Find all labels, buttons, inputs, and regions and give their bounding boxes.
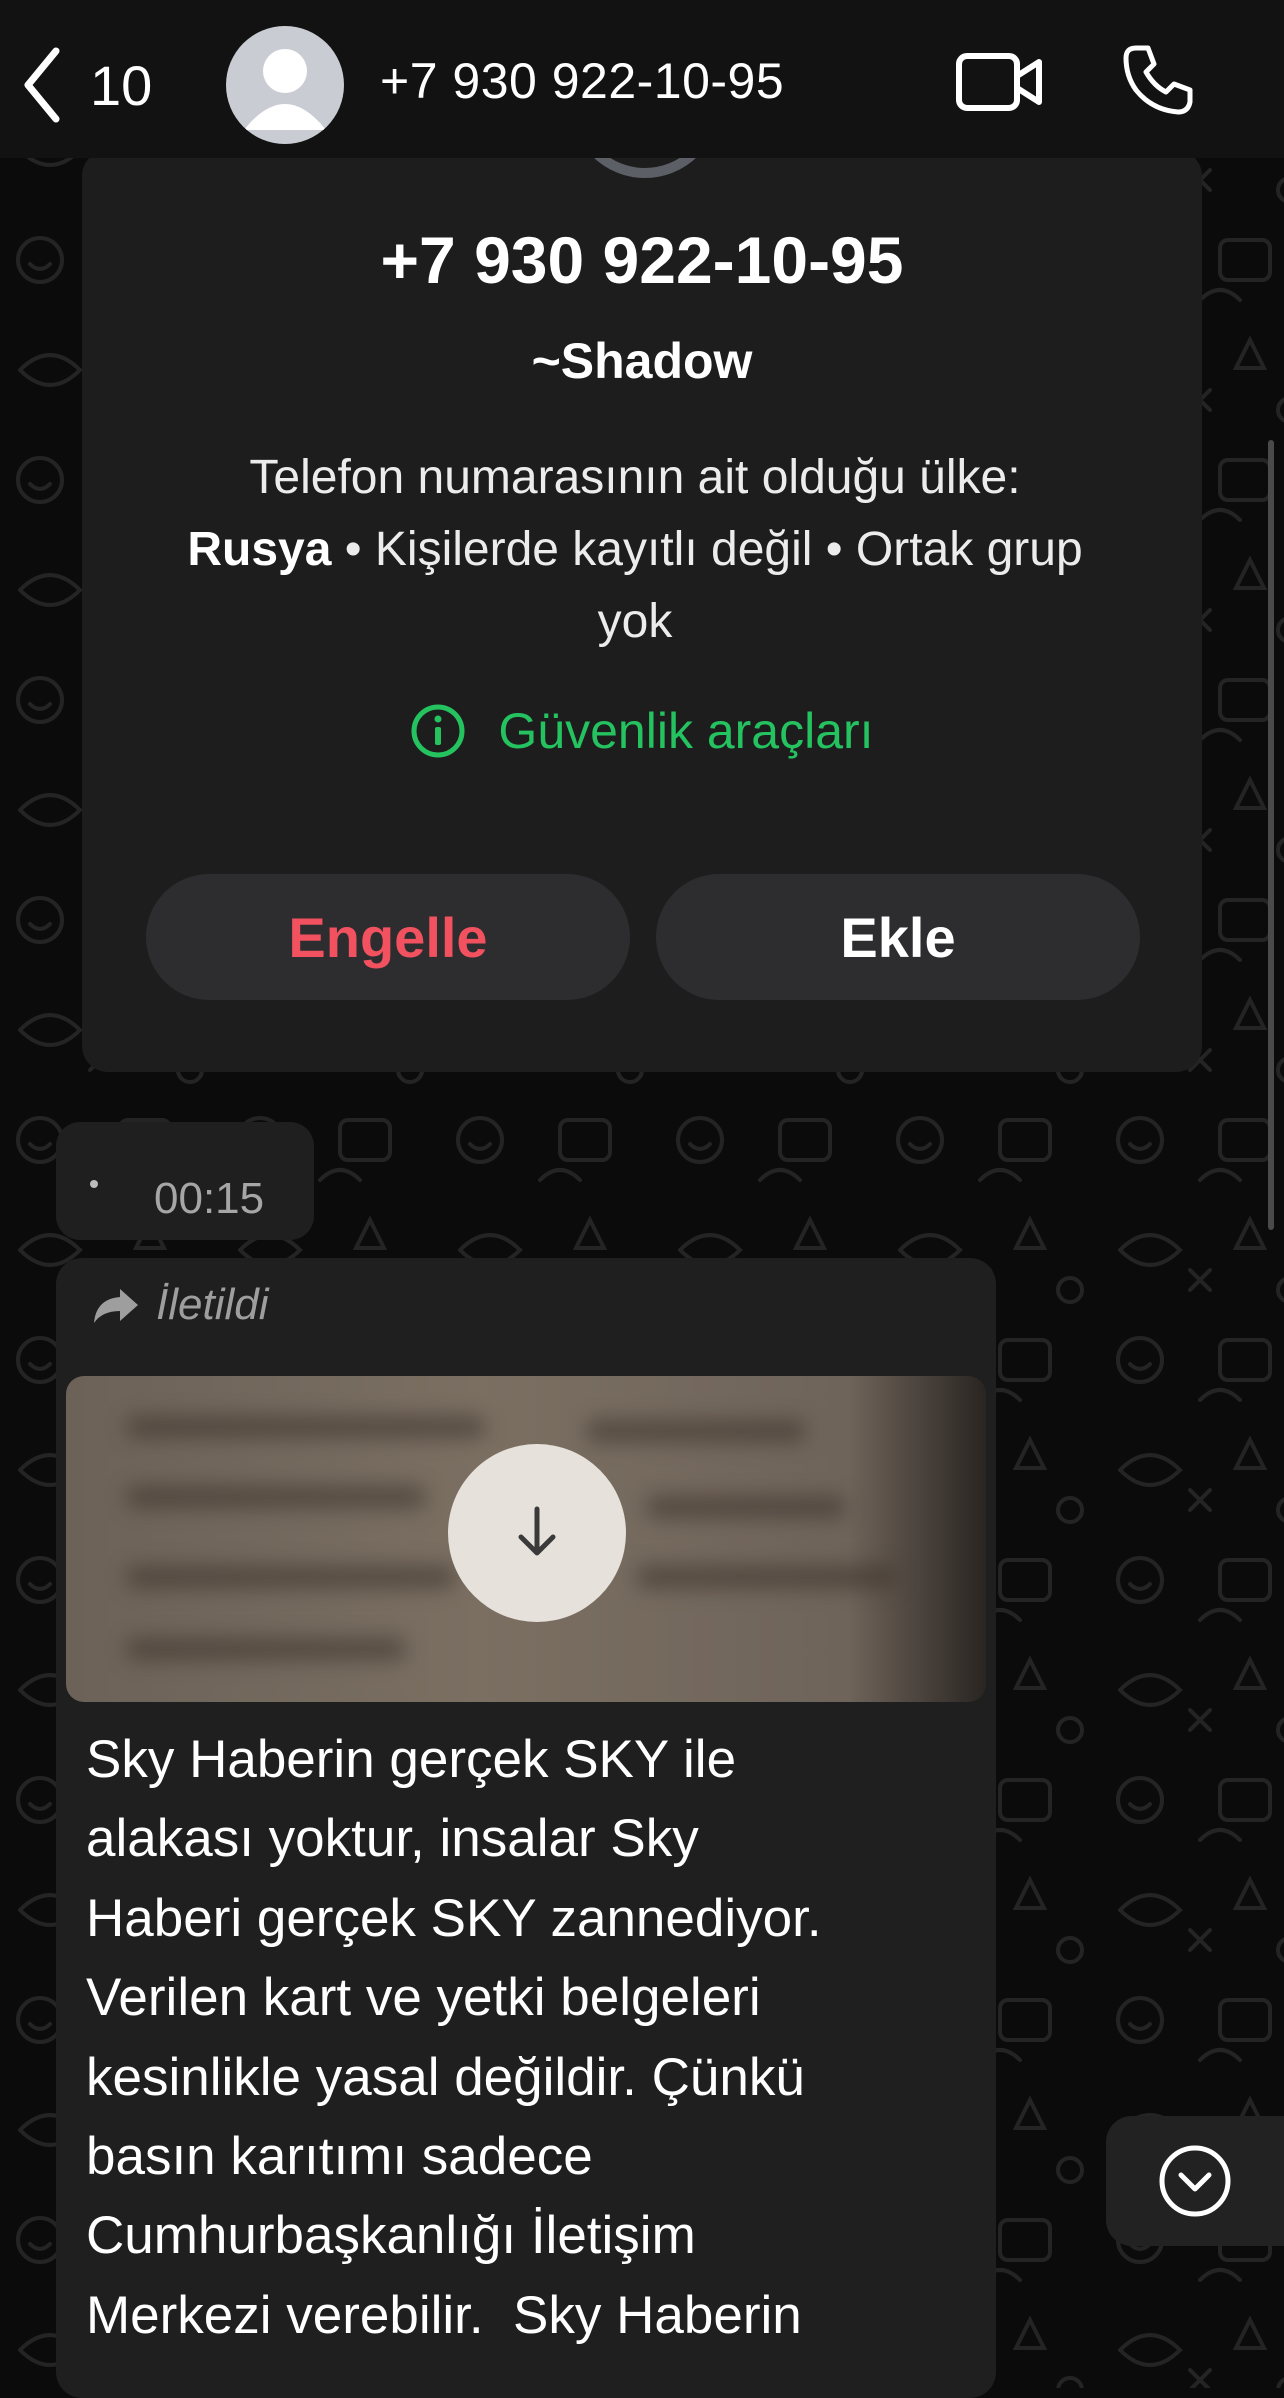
scrollbar[interactable]	[1268, 440, 1274, 1230]
forwarded-message-bubble[interactable]: İletildi Sky Haberin gerçek SKY ile alak…	[56, 1258, 996, 2398]
security-tools-link[interactable]: Güvenlik araçları	[0, 702, 1284, 760]
contact-status: • Kişilerde kayıtlı değil • Ortak grup y…	[331, 523, 1083, 648]
contact-details: Telefon numarasının ait olduğu ülke: Rus…	[150, 442, 1120, 658]
info-icon	[411, 704, 465, 758]
add-contact-button[interactable]: Ekle	[656, 874, 1140, 1000]
chat-header: 10 +7 930 922-10-95	[0, 0, 1284, 158]
voice-call-button[interactable]	[1122, 42, 1196, 121]
download-arrow-icon	[518, 1506, 556, 1556]
video-call-button[interactable]	[955, 50, 1045, 121]
forwarded-label: İletildi	[92, 1280, 269, 1330]
download-button[interactable]	[448, 1444, 626, 1622]
voice-indicator	[90, 1180, 98, 1188]
phone-icon	[1123, 45, 1193, 115]
avatar[interactable]	[226, 26, 344, 144]
back-button[interactable]: 10	[22, 40, 152, 130]
country-label: Telefon numarasının ait olduğu ülke:	[249, 451, 1021, 504]
contact-number: +7 930 922-10-95	[380, 223, 904, 297]
unread-count: 10	[90, 53, 153, 117]
contact-name: ~Shadow	[531, 333, 753, 389]
voice-duration: 00:15	[154, 1174, 265, 1223]
block-button[interactable]: Engelle	[146, 874, 630, 1000]
chevron-down-circle-icon	[1159, 2145, 1231, 2217]
country-name: Rusya	[187, 523, 332, 576]
forward-arrow-icon	[94, 1289, 138, 1323]
voice-message-bubble[interactable]: 00:15	[56, 1122, 314, 1240]
blurred-image-preview[interactable]	[66, 1376, 986, 1702]
message-text: Sky Haberin gerçek SKY ile alakası yoktu…	[86, 1730, 822, 2345]
security-tools-label: Güvenlik araçları	[498, 703, 874, 759]
chevron-left-icon	[24, 47, 60, 123]
forwarded-text: İletildi	[156, 1280, 269, 1329]
contact-title[interactable]: +7 930 922-10-95	[380, 52, 784, 110]
scroll-to-bottom-button[interactable]	[1106, 2116, 1284, 2246]
person-icon	[244, 49, 326, 130]
video-camera-icon	[956, 53, 1042, 111]
